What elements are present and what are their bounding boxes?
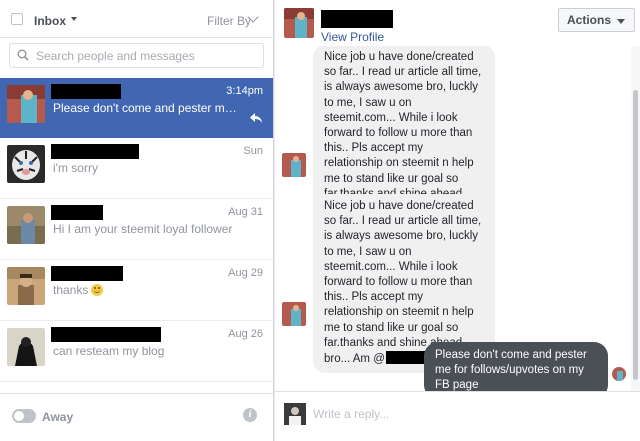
- search-box[interactable]: [9, 43, 264, 68]
- status-label: Away: [42, 410, 74, 424]
- reply-input[interactable]: [313, 407, 623, 427]
- sender-avatar: [282, 302, 306, 326]
- thread-snippet: thanks: [53, 283, 238, 297]
- inbox-folder-dropdown[interactable]: Inbox: [34, 14, 66, 28]
- message-scrollbar[interactable]: [631, 46, 640, 391]
- view-profile-link[interactable]: View Profile: [321, 30, 384, 44]
- message-list: Nice job u have done/created so far.. I …: [275, 46, 631, 391]
- smiley-emoji-icon: [91, 284, 104, 296]
- presence-footer: Away i: [0, 393, 273, 441]
- thread-time: Aug 29: [228, 267, 263, 279]
- thread-item[interactable]: 3:14pm Please don't come and pester me f…: [0, 78, 273, 138]
- thread-list: 3:14pm Please don't come and pester me f…: [0, 78, 273, 382]
- thread-snippet: Hi I am your steemit loyal follower: [53, 222, 233, 236]
- thread-list-pane: Inbox Filter By 3:14pm Please don't co: [0, 0, 274, 441]
- thread-snippet: Please don't come and pester me for ...: [53, 101, 238, 115]
- thread-time: 3:14pm: [226, 85, 263, 97]
- outgoing-message-bubble: Please don't come and pester me for foll…: [424, 342, 608, 391]
- caret-down-icon: [617, 19, 625, 24]
- actions-button[interactable]: Actions: [558, 8, 635, 32]
- avatar[interactable]: [284, 8, 314, 38]
- thread-snippet: i'm sorry: [53, 161, 98, 175]
- redacted-contact-name: [51, 266, 123, 281]
- thread-item[interactable]: Sun i'm sorry: [0, 138, 273, 199]
- thread-time: Sun: [243, 145, 263, 157]
- redacted-contact-name: [51, 84, 121, 99]
- select-all-checkbox[interactable]: [11, 13, 23, 25]
- redacted-contact-name: [321, 10, 393, 28]
- avatar: [7, 85, 45, 123]
- search-input[interactable]: [36, 47, 256, 65]
- conversation-header: View Profile Actions: [275, 0, 640, 46]
- thread-item[interactable]: Aug 31 Hi I am your steemit loyal follow…: [0, 199, 273, 260]
- info-icon[interactable]: i: [243, 408, 257, 422]
- caret-down-icon[interactable]: [71, 17, 77, 21]
- scrollbar-thumb[interactable]: [633, 90, 638, 380]
- avatar: [284, 403, 306, 425]
- thread-snippet: can resteam my blog: [53, 344, 165, 358]
- thread-time: Aug 31: [228, 206, 263, 218]
- filter-by-button[interactable]: Filter By: [207, 14, 251, 28]
- inbox-header: Inbox Filter By: [0, 0, 273, 38]
- redacted-contact-name: [51, 205, 103, 220]
- sender-avatar: [282, 153, 306, 177]
- avatar: [7, 267, 45, 305]
- avatar: [7, 206, 45, 244]
- avatar: [7, 145, 45, 183]
- avatar: [7, 328, 45, 366]
- search-icon: [17, 49, 29, 61]
- active-status-toggle[interactable]: [12, 409, 36, 423]
- reply-icon: [250, 113, 262, 123]
- thread-item[interactable]: Aug 29 thanks: [0, 260, 273, 321]
- redacted-contact-name: [51, 144, 139, 159]
- conversation-pane: View Profile Actions Nice job u have don…: [275, 0, 640, 441]
- thread-time: Aug 26: [228, 328, 263, 340]
- reply-composer: [275, 391, 640, 441]
- seen-indicator-avatar: [612, 367, 626, 381]
- thread-item[interactable]: Aug 26 can resteam my blog: [0, 321, 273, 382]
- redacted-contact-name: [51, 327, 161, 342]
